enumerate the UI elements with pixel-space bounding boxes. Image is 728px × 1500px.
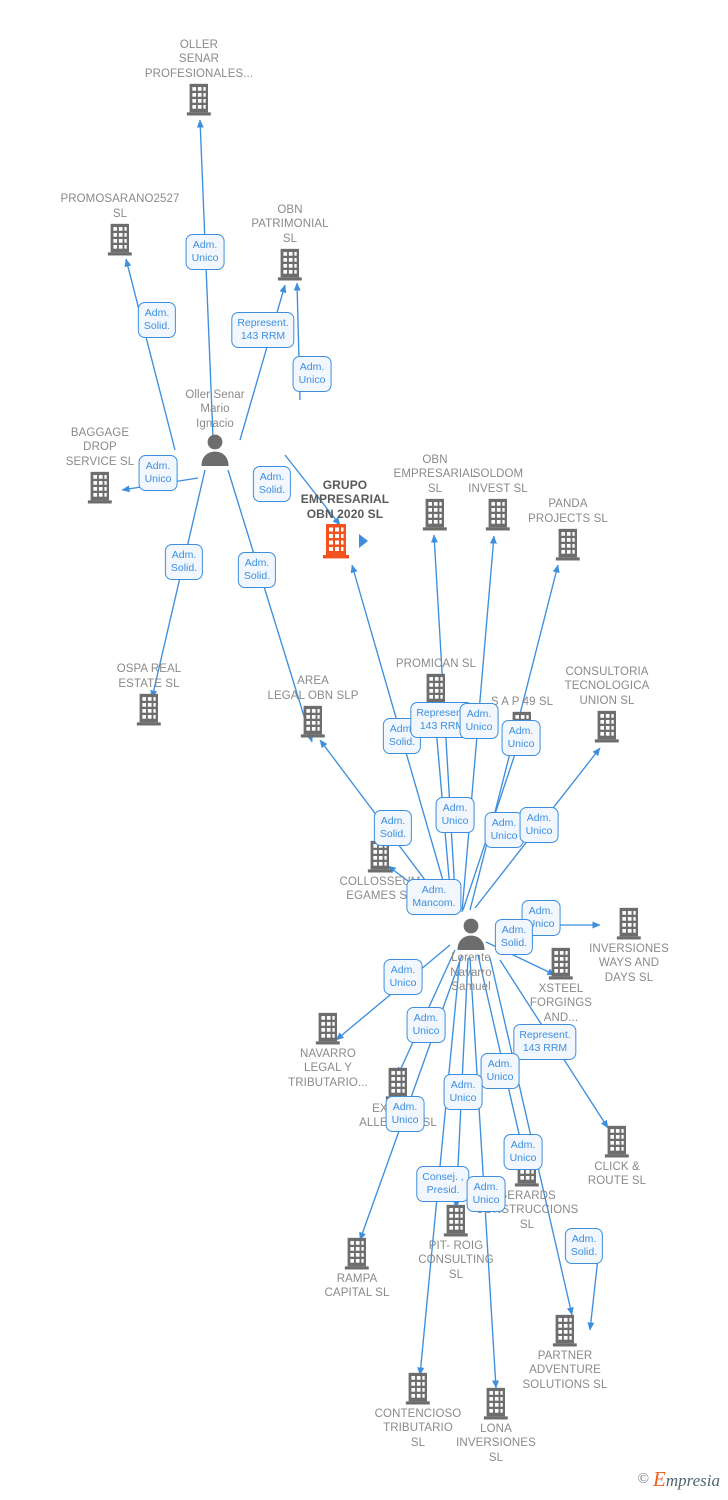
node-label-pit_roig: PIT- ROIG CONSULTING SL [418, 1239, 494, 1281]
node-lona[interactable]: LONA INVERSIONES SL [436, 1386, 556, 1465]
node-consultoria[interactable]: CONSULTORIA TECNOLOGICA UNION SL [547, 665, 667, 744]
node-promosarano[interactable]: PROMOSARANO2527 SL [60, 192, 180, 257]
edge-label-el19[interactable]: Adm. Solid. [494, 919, 534, 955]
node-label-promosarano: PROMOSARANO2527 SL [60, 193, 180, 220]
node-area_legal[interactable]: AREA LEGAL OBN SLP [253, 674, 373, 739]
edge-label-el6[interactable]: Adm. Solid. [252, 466, 292, 502]
node-label-obn_patri: OBN PATRIMONIAL SL [251, 203, 329, 245]
node-oller_prof[interactable]: OLLER SENAR PROFESIONALES... [139, 38, 259, 117]
edge-label-el11[interactable]: Adm. Unico [459, 703, 499, 739]
node-label-sap49: S A P 49 SL [490, 695, 554, 708]
node-label-xsteel: XSTEEL FORGINGS AND... [529, 982, 593, 1024]
company-building-icon [551, 1313, 579, 1348]
node-xsteel[interactable]: XSTEEL FORGINGS AND... [501, 946, 621, 1025]
node-partner[interactable]: PARTNER ADVENTURE SOLUTIONS SL [505, 1313, 625, 1392]
node-label-lona: LONA INVERSIONES SL [456, 1422, 536, 1464]
node-label-oller_prof: OLLER SENAR PROFESIONALES... [144, 38, 254, 80]
edge-label-el29[interactable]: Adm. Solid. [564, 1228, 604, 1264]
focus-company-building-icon [321, 522, 369, 560]
edge-label-el25[interactable]: Adm. Unico [385, 1096, 425, 1132]
company-building-icon [343, 1236, 371, 1271]
brand-name: mpresia [665, 1471, 720, 1490]
edge-label-el14[interactable]: Adm. Unico [435, 797, 475, 833]
copyright-icon: © [637, 1471, 650, 1487]
edge-label-el4[interactable]: Adm. Unico [292, 356, 332, 392]
edge-label-el15[interactable]: Adm. Unico [484, 812, 524, 848]
edge-label-el2[interactable]: Adm. Solid. [137, 302, 177, 338]
node-label-soldom: SOLDOM INVEST SL [468, 468, 528, 495]
edge-label-el13[interactable]: Adm. Solid. [373, 810, 413, 846]
edge-label-el24[interactable]: Adm. Unico [443, 1074, 483, 1110]
node-obn_patri[interactable]: OBN PATRIMONIAL SL [230, 203, 350, 282]
edge-label-el1[interactable]: Adm. Unico [185, 234, 225, 270]
edge-label-el3[interactable]: Represent. 143 RRM [231, 312, 295, 348]
company-building-icon [554, 527, 582, 562]
edge-label-el8[interactable]: Adm. Solid. [237, 552, 277, 588]
company-building-icon [593, 709, 621, 744]
edge-label-el27[interactable]: Consej. , Presid. [416, 1166, 470, 1202]
company-building-icon [299, 704, 327, 739]
edge-label-el16[interactable]: Adm. Unico [519, 807, 559, 843]
node-label-consultoria: CONSULTORIA TECNOLOGICA UNION SL [564, 665, 650, 707]
edge-label-el7[interactable]: Adm. Solid. [164, 544, 204, 580]
node-panda[interactable]: PANDA PROJECTS SL [508, 497, 628, 562]
node-ospa[interactable]: OSPA REAL ESTATE SL [89, 662, 209, 727]
company-building-icon [442, 1203, 470, 1238]
brand-initial: E [653, 1467, 666, 1491]
node-label-ospa: OSPA REAL ESTATE SL [116, 663, 182, 690]
company-building-icon [404, 1371, 432, 1406]
empresia-watermark: © Empresia [638, 1467, 720, 1492]
network-diagram-canvas[interactable]: OLLER SENAR PROFESIONALES... PROMOSARANO2… [0, 0, 728, 1500]
node-label-click_route: CLICK & ROUTE SL [587, 1160, 647, 1188]
edge-label-el26[interactable]: Adm. Unico [503, 1134, 543, 1170]
person-icon [454, 916, 488, 950]
node-label-baggage: BAGGAGE DROP SERVICE SL [65, 426, 135, 468]
edge-label-el12[interactable]: Adm. Unico [501, 720, 541, 756]
company-building-icon [276, 247, 304, 282]
edge-label-el23[interactable]: Adm. Unico [480, 1053, 520, 1089]
edge-label-el21[interactable]: Adm. Unico [406, 1007, 446, 1043]
company-building-icon [185, 82, 213, 117]
node-label-area_legal: AREA LEGAL OBN SLP [267, 675, 359, 702]
node-label-panda: PANDA PROJECTS SL [528, 498, 608, 525]
edge-label-el17[interactable]: Adm. Mancom. [406, 879, 462, 915]
node-oller_person[interactable]: Oller Senar Mario Ignacio [155, 388, 275, 466]
company-building-icon [603, 1124, 631, 1159]
company-building-icon [615, 906, 643, 941]
edge-label-el5[interactable]: Adm. Unico [138, 455, 178, 491]
company-building-icon [547, 946, 575, 981]
company-building-icon [314, 1011, 342, 1046]
node-label-oller_person: Oller Senar Mario Ignacio [185, 388, 245, 430]
edge-label-el22[interactable]: Represent. 143 RRM [513, 1024, 577, 1060]
person-icon [198, 432, 232, 466]
edge-label-el28[interactable]: Adm. Unico [466, 1176, 506, 1212]
company-building-icon [135, 692, 163, 727]
edge-label-el20[interactable]: Adm. Unico [383, 959, 423, 995]
company-building-icon [86, 470, 114, 505]
company-building-icon [482, 1386, 510, 1421]
node-label-rampa: RAMPA CAPITAL SL [324, 1272, 390, 1300]
node-rampa[interactable]: RAMPA CAPITAL SL [297, 1236, 417, 1301]
company-building-icon [106, 222, 134, 257]
node-label-lorente: Lorente Navarro Samuel [450, 952, 492, 993]
node-label-promican: PROMICAN SL [395, 657, 477, 670]
